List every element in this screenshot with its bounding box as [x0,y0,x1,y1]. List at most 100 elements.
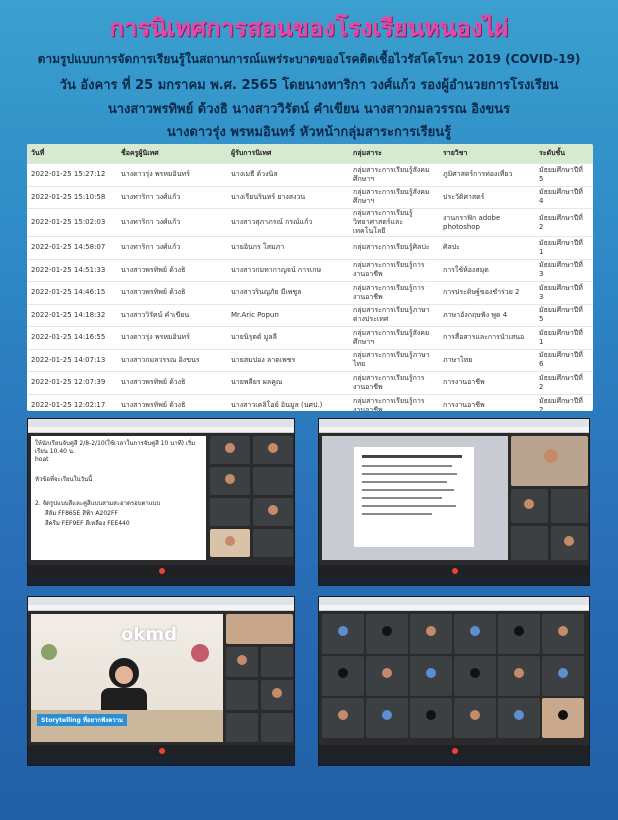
storytelling-banner: Storytelling ที่อยากฟังความ [37,714,127,726]
subtitle-line-3: นางสาวพรทิพย์ ด้วงธิ นางสาววิรัตน์ คำเขี… [107,102,511,117]
table-cell: นางเรียนรินทร์ ยางสงวน [227,185,349,209]
table-row: 2022-01-25 14:51:33 นางสาวพรทิพย์ ด้วงธิน… [27,258,593,282]
avatar [382,626,392,636]
table-cell: กลุ่มสาระการเรียนรู้การงานอาชีพ [349,281,439,304]
table-row: 2022-01-25 14:18:32 นางสาววิรัตน์ คำเขียน… [27,303,593,327]
participant-tile [542,656,584,696]
table-cell: 2022-01-25 15:10:58 [27,185,117,209]
table-cell: 2022-01-25 14:58:07 [27,236,117,259]
subtitle-line-2: วัน อังคาร ที่ 25 มกราคม พ.ศ. 2565 โดยนา… [59,78,559,93]
end-call-icon[interactable] [159,748,165,754]
table-cell: ประวัติศาสตร์ [439,185,535,209]
table-cell: 2022-01-25 14:18:32 [27,303,117,327]
avatar [514,668,524,678]
participant-tile [366,614,408,654]
avatar [338,668,348,678]
table-cell: กลุ่มสาระการเรียนรู้ภาษาต่างประเทศ [349,303,439,327]
table-cell: นางดาวรุ่ง พรหมอินทร์ [117,326,227,349]
table-cell: นางสาวกมทากาญจน์ การเกษ [227,258,349,282]
screenshot-meet-slide [318,418,590,586]
table-cell: นางสาวพรทิพย์ ด้วงธิ [117,258,227,282]
table-header-row: วันที่ ชื่อครูผู้นิเทศ ผู้รับการนิเทศ กล… [27,144,593,164]
table-cell: มัธยมศึกษาปีที่ 2 [535,393,593,411]
participant-tile [322,614,364,654]
table-cell: Mr.Aric Popun [227,303,349,327]
table-cell: นางทาริกา วงศ์แก้ว [117,208,227,237]
table-row: 2022-01-25 12:07:39 นางสาวพรทิพย์ ด้วงธิน… [27,371,593,394]
table-cell: การใช้ห้องสมุด [439,258,535,282]
table-cell: นางสาวพรทิพย์ ด้วงธิ [117,281,227,304]
doc-line-3: หัวข้อที่จะเรียนในวันนี้ [35,476,93,483]
end-call-icon[interactable] [159,568,165,574]
avatar [382,668,392,678]
table-cell: กลุ่มสาระการเรียนรู้สังคมศึกษาฯ [349,163,439,186]
header-date: วันที่ [31,149,45,157]
table-row: 2022-01-25 14:58:07 นางทาริกา วงศ์แก้ว นาย… [27,236,593,259]
doc-line-4: 2. จัดรูปแบบสีและคู่สีแบบสามสะอาดรอบตาแบ… [35,500,161,507]
table-row: 2022-01-25 14:46:15 นางสาวพรทิพย์ ด้วงธิน… [27,281,593,304]
table-cell: 2022-01-25 12:02:17 [27,393,117,411]
table-cell: มัธยมศึกษาปีที่ 3 [535,258,593,282]
participant-tile [366,698,408,738]
participant-tile [498,698,540,738]
participant-tile [366,656,408,696]
doc-line-5: สีส้ม FF865E สีฟ้า A202FF [45,510,118,517]
subtitle-line-4: นางดาวรุ่ง พรหมอินทร์ หัวหน้ากลุ่มสาระกา… [166,125,452,140]
table-cell: 2022-01-25 14:16:55 [27,326,117,349]
table-cell: กลุ่มสาระการเรียนรู้สังคมศึกษาฯ [349,185,439,209]
table-cell: มัธยมศึกษาปีที่ 2 [535,371,593,394]
page-title: การนิเทศการสอนของโรงเรียนหนองไผ่ [109,14,509,42]
okmd-logo: okmd [121,624,177,645]
supervision-table: วันที่ ชื่อครูผู้นิเทศ ผู้รับการนิเทศ กล… [27,144,593,411]
avatar [514,710,524,720]
end-call-icon[interactable] [452,748,458,754]
table-cell: มัธยมศึกษาปีที่ 4 [535,185,593,209]
participant-tile [322,698,364,738]
participant-tile [410,656,452,696]
table-row: 2022-01-25 12:02:17 นางสาวพรทิพย์ ด้วงธิน… [27,393,593,411]
table-cell: นางสาวเคลิโอย์ อินมูล (นศป.) [227,393,349,411]
table-row: 2022-01-25 15:02:03 นางทาริกา วงศ์แก้ว นาง… [27,208,593,237]
header-course: รายวิชา [443,149,468,157]
header-level: ระดับชั้น [539,149,566,157]
table-cell: ภาษาไทย [439,348,535,372]
avatar [558,668,568,678]
table-cell: นางเมธี ด้วงนิล [227,163,349,186]
doc-line-6: สีครีม FEF9EF สีเหลือง FEE440 [45,520,130,527]
table-cell: นายพลียร ผลคูณ [227,371,349,394]
table-cell: กลุ่มสาระการเรียนรู้ศิลปะ [349,236,439,259]
table-cell: มัธยมศึกษาปีที่ 5 [535,303,593,327]
table-cell: มัธยมศึกษาปีที่ 1 [535,326,593,349]
table-cell: ศิลปะ [439,236,535,259]
table-cell: มัธยมศึกษาปีที่ 1 [535,236,593,259]
avatar [514,626,524,636]
screenshot-meet-presenter: okmd Storytelling ที่อยากฟังความ [27,596,295,766]
header-supervisee: ผู้รับการนิเทศ [231,149,272,157]
participant-tile [498,656,540,696]
table-cell: 2022-01-25 14:51:33 [27,258,117,282]
presenter-video: okmd Storytelling ที่อยากฟังความ [31,614,223,742]
table-cell: นางสาวสุภาภรณ์ กรณ์แก้ว [227,208,349,237]
table-cell: ภาษาอังกฤษฟัง พูด 4 [439,303,535,327]
table-cell: กลุ่มสาระการเรียนรู้การงานอาชีพ [349,258,439,282]
avatar [470,710,480,720]
table-cell: 2022-01-25 14:07:13 [27,348,117,372]
screenshot-meet-gallery [318,596,590,766]
table-cell: ภูมิศาสตร์การท่องเที่ยว [439,163,535,186]
avatar [426,626,436,636]
table-cell: 2022-01-25 15:02:03 [27,208,117,237]
participant-tile [454,698,496,738]
table-cell: 2022-01-25 12:07:39 [27,371,117,394]
table-cell: มัธยมศึกษาปีที่ 6 [535,348,593,372]
participant-tile [498,614,540,654]
table-cell: นางทาริกา วงศ์แก้ว [117,185,227,209]
avatar [558,710,568,720]
table-row: 2022-01-25 15:10:58 นางทาริกา วงศ์แก้ว นาง… [27,185,593,209]
table-cell: 2022-01-25 14:46:15 [27,281,117,304]
end-call-icon[interactable] [452,568,458,574]
table-cell: นางทาริกา วงศ์แก้ว [117,236,227,259]
avatar [382,710,392,720]
table-cell: การสื่อสารและการนำเสนอ [439,326,535,349]
table-cell: นางสาวพรทิพย์ ด้วงธิ [117,371,227,394]
slide-panel [354,447,474,547]
